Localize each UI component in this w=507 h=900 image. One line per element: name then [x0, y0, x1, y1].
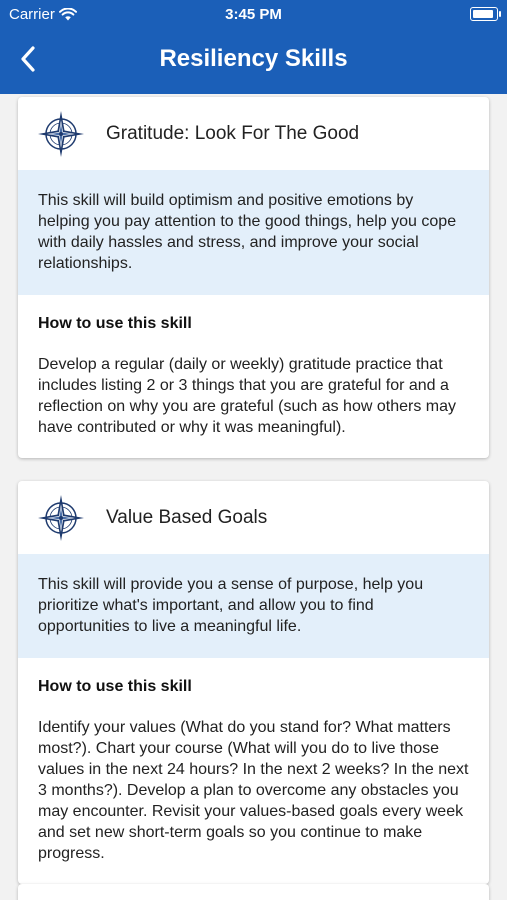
- compass-rose-icon: [38, 110, 84, 157]
- app-header: Carrier 3:45 PM Resiliency Skills: [0, 0, 507, 94]
- howto-label: How to use this skill: [38, 315, 192, 332]
- skill-card-header[interactable]: Value Based Goals: [18, 481, 489, 554]
- skill-card-gratitude[interactable]: Gratitude: Look For The Good This skill …: [18, 97, 489, 458]
- skills-list[interactable]: Gratitude: Look For The Good This skill …: [0, 94, 507, 900]
- status-bar: Carrier 3:45 PM: [0, 0, 507, 28]
- skill-title: Gratitude: Look For The Good: [106, 122, 360, 144]
- status-time: 3:45 PM: [225, 6, 282, 23]
- howto-text: Identify your values (What do you stand …: [38, 719, 469, 862]
- skill-description: This skill will build optimism and posit…: [18, 170, 489, 295]
- skill-card-header[interactable]: Gratitude: Look For The Good: [18, 97, 489, 170]
- nav-bar: Resiliency Skills: [0, 30, 507, 90]
- skill-card-value-based-goals[interactable]: Value Based Goals This skill will provid…: [18, 481, 489, 884]
- page-title: Resiliency Skills: [159, 45, 348, 72]
- skill-howto: How to use this skill Develop a regular …: [18, 295, 489, 458]
- howto-text: Develop a regular (daily or weekly) grat…: [38, 356, 456, 436]
- battery-icon: [470, 7, 501, 21]
- skill-title: Value Based Goals: [106, 506, 268, 528]
- skill-howto: How to use this skill Identify your valu…: [18, 658, 489, 884]
- skill-card-next[interactable]: [18, 884, 489, 900]
- skill-description: This skill will provide you a sense of p…: [18, 554, 489, 658]
- howto-label: How to use this skill: [38, 678, 192, 695]
- compass-rose-icon: [38, 494, 84, 541]
